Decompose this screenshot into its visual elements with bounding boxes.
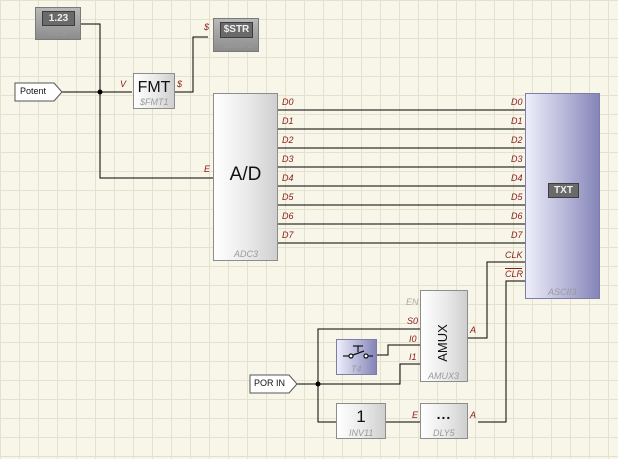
dly-pin-in: E bbox=[412, 410, 419, 420]
dsp2-string-display[interactable]: $STR $DSP2 bbox=[213, 18, 259, 52]
amux-pin-s0: S0 bbox=[407, 316, 419, 326]
fmt-title: FMT bbox=[137, 79, 171, 96]
t4-switch[interactable]: T4 bbox=[336, 339, 377, 375]
fmt-pin-in: V bbox=[120, 79, 127, 89]
ascii-in-d6: D6 bbox=[511, 211, 523, 221]
inv-title: 1 bbox=[356, 407, 366, 426]
dly-pin-out: A bbox=[470, 410, 477, 420]
nd3-numeric-display[interactable]: 1.23 ND3 bbox=[35, 7, 81, 40]
ascii-in-d5: D5 bbox=[511, 192, 523, 202]
junction-dot-por bbox=[315, 381, 321, 387]
inv-block[interactable]: 1 INV11 bbox=[336, 403, 386, 439]
ascii-in-d1: D1 bbox=[511, 116, 523, 126]
por-label: POR IN bbox=[254, 378, 286, 388]
fmt-pin-out: $ bbox=[177, 79, 183, 89]
ascii-instance-label: ASCII3 bbox=[548, 287, 577, 297]
adc-block[interactable]: A/D ADC3 bbox=[213, 93, 278, 261]
ascii-in-d0: D0 bbox=[511, 97, 523, 107]
adc-out-d1: D1 bbox=[282, 116, 294, 126]
adc-title: A/D bbox=[229, 164, 262, 185]
potent-label: Potent bbox=[20, 86, 47, 96]
amux-pin-i1: I1 bbox=[409, 352, 417, 362]
amux-pin-out: A bbox=[470, 325, 477, 335]
adc-out-d2: D2 bbox=[282, 135, 294, 145]
adc-instance-label: ADC3 bbox=[234, 249, 259, 259]
dsp2-screen: $STR bbox=[220, 22, 253, 38]
ascii-in-d3: D3 bbox=[511, 154, 523, 164]
nd3-screen: 1.23 bbox=[42, 11, 75, 26]
ascii-in-d2: D2 bbox=[511, 135, 523, 145]
adc-out-d5: D5 bbox=[282, 192, 294, 202]
ascii-in-d7: D7 bbox=[511, 230, 523, 240]
amux-block[interactable]: AMUX AMUX3 bbox=[420, 290, 468, 382]
junction-dot-potent bbox=[97, 89, 103, 95]
amux-title: AMUX bbox=[435, 324, 450, 362]
amux-pin-i0: I0 bbox=[409, 334, 417, 344]
dsp2-pin-label: $ bbox=[204, 22, 210, 32]
ascii-pin-clk: CLK bbox=[505, 250, 523, 260]
fmt-block[interactable]: FMT $FMT1 bbox=[133, 73, 175, 109]
adc-out-d7: D7 bbox=[282, 230, 294, 240]
ascii-block[interactable]: TXT ASCII3 bbox=[525, 93, 600, 299]
amux-pin-en: EN bbox=[406, 297, 419, 307]
dsp2-instance-label: $DSP2 bbox=[224, 40, 253, 50]
t4-instance-label: T4 bbox=[351, 364, 362, 374]
ascii-screen: TXT bbox=[548, 183, 579, 198]
adc-out-d6: D6 bbox=[282, 211, 294, 221]
adc-pin-enable: E bbox=[204, 164, 211, 174]
amux-instance-label: AMUX3 bbox=[428, 371, 460, 381]
dly-title: ... bbox=[436, 406, 452, 422]
ascii-clr-overbar bbox=[505, 268, 522, 269]
dly-block[interactable]: ... DLY5 bbox=[420, 403, 468, 439]
ascii-pin-clr: CLR bbox=[505, 269, 524, 279]
nd3-instance-label: ND3 bbox=[49, 28, 68, 38]
wire-dly-clr bbox=[478, 280, 525, 423]
dly-instance-label: DLY5 bbox=[433, 428, 455, 438]
pushbutton-switch-icon bbox=[343, 345, 373, 359]
inv-instance-label: INV11 bbox=[349, 428, 374, 438]
adc-out-d4: D4 bbox=[282, 173, 294, 183]
adc-out-d3: D3 bbox=[282, 154, 294, 164]
adc-out-d0: D0 bbox=[282, 97, 294, 107]
ascii-in-d4: D4 bbox=[511, 173, 523, 183]
fmt-instance-label: $FMT1 bbox=[140, 97, 169, 107]
